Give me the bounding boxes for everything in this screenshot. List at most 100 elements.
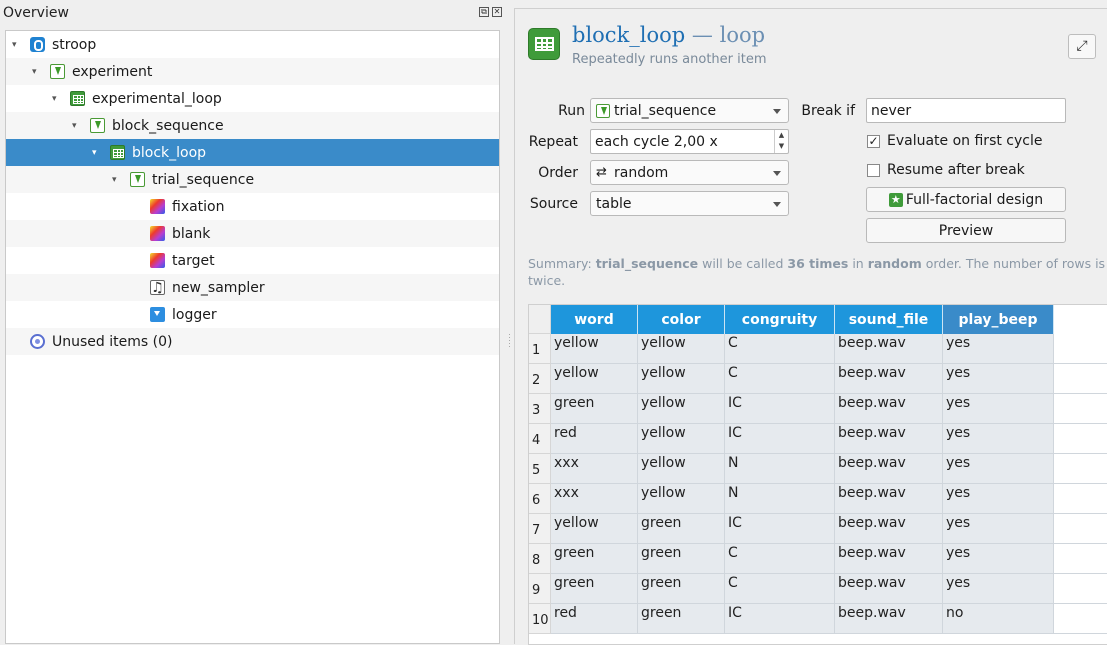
tree-item-experiment[interactable]: ▾ experiment bbox=[6, 58, 499, 85]
table-corner[interactable] bbox=[529, 305, 551, 334]
row-header[interactable]: 8 bbox=[529, 544, 551, 574]
table-cell[interactable]: yes bbox=[943, 484, 1054, 514]
table-cell[interactable]: beep.wav bbox=[835, 514, 943, 544]
expand-arrow-icon[interactable]: ▾ bbox=[12, 40, 20, 49]
row-header[interactable]: 1 bbox=[529, 334, 551, 364]
table-cell[interactable]: green bbox=[638, 604, 725, 634]
table-cell[interactable]: N bbox=[725, 484, 835, 514]
float-panel-icon[interactable]: ⧉ bbox=[479, 7, 489, 17]
order-select[interactable]: ⇄ random bbox=[590, 160, 789, 185]
expand-arrow-icon[interactable]: ▾ bbox=[112, 175, 120, 184]
item-name[interactable]: block_loop bbox=[572, 23, 685, 47]
expand-arrow-icon[interactable]: ▾ bbox=[52, 94, 60, 103]
table-cell[interactable]: xxx bbox=[551, 454, 638, 484]
table-cell[interactable]: red bbox=[551, 424, 638, 454]
resume-after-break-checkbox[interactable]: Resume after break bbox=[867, 162, 1025, 178]
table-cell[interactable]: xxx bbox=[551, 484, 638, 514]
column-header-word[interactable]: word bbox=[551, 305, 638, 334]
row-header[interactable]: 2 bbox=[529, 364, 551, 394]
table-cell[interactable]: C bbox=[725, 574, 835, 604]
row-header[interactable]: 5 bbox=[529, 454, 551, 484]
table-empty-cell[interactable] bbox=[1054, 364, 1107, 394]
table-cell[interactable]: yes bbox=[943, 424, 1054, 454]
table-cell[interactable]: yes bbox=[943, 364, 1054, 394]
table-cell[interactable]: yellow bbox=[638, 454, 725, 484]
table-empty-cell[interactable] bbox=[1054, 544, 1107, 574]
table-cell[interactable]: yes bbox=[943, 334, 1054, 364]
table-empty-cell[interactable] bbox=[1054, 484, 1107, 514]
expand-arrow-icon[interactable]: ▾ bbox=[92, 148, 100, 157]
table-cell[interactable]: yellow bbox=[638, 334, 725, 364]
table-cell[interactable]: IC bbox=[725, 514, 835, 544]
table-cell[interactable]: green bbox=[551, 394, 638, 424]
table-empty-cell[interactable] bbox=[1054, 424, 1107, 454]
table-cell[interactable]: yellow bbox=[551, 514, 638, 544]
tree-item-block-sequence[interactable]: ▾ block_sequence bbox=[6, 112, 499, 139]
table-cell[interactable]: green bbox=[638, 514, 725, 544]
table-cell[interactable]: beep.wav bbox=[835, 424, 943, 454]
tree-item-trial-sequence[interactable]: ▾ trial_sequence bbox=[6, 166, 499, 193]
table-empty-cell[interactable] bbox=[1054, 574, 1107, 604]
table-cell[interactable]: yes bbox=[943, 514, 1054, 544]
table-cell[interactable]: yes bbox=[943, 544, 1054, 574]
column-header-congruity[interactable]: congruity bbox=[725, 305, 835, 334]
table-cell[interactable]: yellow bbox=[638, 484, 725, 514]
repeat-spinbox[interactable]: each cycle 2,00 x ▲ ▼ bbox=[590, 129, 789, 154]
row-header[interactable]: 4 bbox=[529, 424, 551, 454]
row-header[interactable]: 7 bbox=[529, 514, 551, 544]
row-header[interactable]: 3 bbox=[529, 394, 551, 424]
item-title[interactable]: block_loop — loop bbox=[572, 23, 765, 47]
column-header-sound-file[interactable]: sound_file bbox=[835, 305, 943, 334]
loop-table[interactable]: word color congruity sound_file play_beep 1 ye… bbox=[528, 304, 1107, 645]
row-header[interactable]: 6 bbox=[529, 484, 551, 514]
break-if-input[interactable]: never bbox=[866, 98, 1066, 123]
panel-splitter[interactable] bbox=[505, 0, 514, 644]
table-cell[interactable]: beep.wav bbox=[835, 454, 943, 484]
close-panel-icon[interactable]: ✕ bbox=[492, 7, 502, 17]
source-select[interactable]: table bbox=[590, 191, 789, 216]
table-cell[interactable]: C bbox=[725, 544, 835, 574]
expand-arrow-icon[interactable]: ▾ bbox=[32, 67, 40, 76]
table-empty-cell[interactable] bbox=[1054, 604, 1107, 634]
expand-arrow-icon[interactable]: ▾ bbox=[72, 121, 80, 130]
tree-item-target[interactable]: target bbox=[6, 247, 499, 274]
tree-item-fixation[interactable]: fixation bbox=[6, 193, 499, 220]
table-cell[interactable]: red bbox=[551, 604, 638, 634]
row-header[interactable]: 10 bbox=[529, 604, 551, 634]
table-empty-cell[interactable] bbox=[1054, 454, 1107, 484]
table-cell[interactable]: beep.wav bbox=[835, 364, 943, 394]
tree-item-new-sampler[interactable]: ♫ new_sampler bbox=[6, 274, 499, 301]
column-header-play-beep[interactable]: play_beep bbox=[943, 305, 1054, 334]
preview-button[interactable]: Preview bbox=[866, 218, 1066, 243]
row-header[interactable]: 9 bbox=[529, 574, 551, 604]
tree-item-experimental-loop[interactable]: ▾ experimental_loop bbox=[6, 85, 499, 112]
table-cell[interactable]: yes bbox=[943, 394, 1054, 424]
checkbox-unchecked-icon[interactable] bbox=[867, 163, 880, 177]
evaluate-first-checkbox[interactable]: ✓ Evaluate on first cycle bbox=[867, 133, 1042, 149]
checkbox-checked-icon[interactable]: ✓ bbox=[867, 134, 880, 148]
table-empty-cell[interactable] bbox=[1054, 514, 1107, 544]
table-cell[interactable]: yellow bbox=[638, 424, 725, 454]
table-cell[interactable]: yes bbox=[943, 574, 1054, 604]
table-cell[interactable]: beep.wav bbox=[835, 604, 943, 634]
overview-tree[interactable]: ▾ stroop ▾ experiment ▾ experimental_loop ▾ blo… bbox=[5, 30, 500, 644]
table-cell[interactable]: beep.wav bbox=[835, 544, 943, 574]
table-cell[interactable]: yellow bbox=[551, 364, 638, 394]
column-header-color[interactable]: color bbox=[638, 305, 725, 334]
table-cell[interactable]: green bbox=[551, 544, 638, 574]
table-cell[interactable]: C bbox=[725, 334, 835, 364]
table-cell[interactable]: beep.wav bbox=[835, 394, 943, 424]
tree-item-unused-items-0-[interactable]: Unused items (0) bbox=[6, 328, 499, 355]
run-select[interactable]: trial_sequence bbox=[590, 98, 789, 123]
table-cell[interactable]: green bbox=[551, 574, 638, 604]
table-cell[interactable]: C bbox=[725, 364, 835, 394]
spin-arrows-icon[interactable]: ▲ ▼ bbox=[774, 130, 788, 153]
maximize-icon[interactable]: ⤢ bbox=[1068, 34, 1096, 59]
table-cell[interactable]: no bbox=[943, 604, 1054, 634]
table-cell[interactable]: green bbox=[638, 544, 725, 574]
table-cell[interactable]: IC bbox=[725, 394, 835, 424]
tree-item-stroop[interactable]: ▾ stroop bbox=[6, 31, 499, 58]
table-cell[interactable]: yes bbox=[943, 454, 1054, 484]
tree-item-block-loop[interactable]: ▾ block_loop bbox=[6, 139, 499, 166]
table-cell[interactable]: yellow bbox=[551, 334, 638, 364]
